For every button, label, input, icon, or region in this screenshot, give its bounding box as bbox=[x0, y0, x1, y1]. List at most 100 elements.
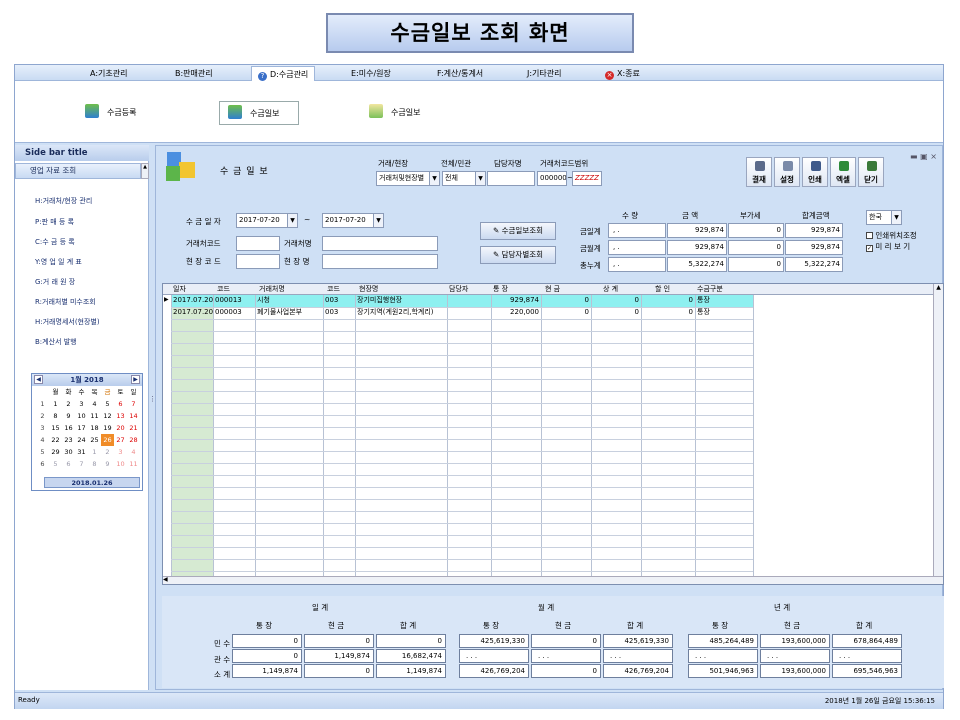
col-manager[interactable]: 담당자 bbox=[449, 284, 468, 295]
close-button[interactable]: 닫기 bbox=[858, 157, 884, 187]
col-discount[interactable]: 할 인 bbox=[655, 284, 670, 295]
menu-sales[interactable]: B:판매관리 bbox=[175, 68, 213, 79]
calendar-day[interactable]: 3 bbox=[75, 398, 88, 410]
calendar-day[interactable]: 1 bbox=[49, 398, 62, 410]
print-position-checkbox[interactable]: 인쇄위치조정 bbox=[866, 230, 917, 241]
calendar-day[interactable]: 5 bbox=[101, 398, 114, 410]
calendar-day[interactable]: 7 bbox=[75, 458, 88, 470]
menu-etc[interactable]: J:기타관리 bbox=[527, 68, 562, 79]
calendar-day[interactable]: 24 bbox=[75, 434, 88, 446]
calendar-day[interactable]: 22 bbox=[49, 434, 62, 446]
calendar-day[interactable]: 10 bbox=[75, 410, 88, 422]
calendar-day[interactable]: 30 bbox=[62, 446, 75, 458]
calendar-day[interactable]: 19 bbox=[101, 422, 114, 434]
calendar-day[interactable]: 16 bbox=[62, 422, 75, 434]
calendar-day[interactable]: 2 bbox=[101, 446, 114, 458]
range-to-input[interactable]: ZZZZZ bbox=[572, 171, 602, 186]
calendar-day[interactable]: 18 bbox=[88, 422, 101, 434]
calendar-day[interactable]: 25 bbox=[88, 434, 101, 446]
calendar-day[interactable]: 6 bbox=[114, 398, 127, 410]
calendar-day[interactable]: 23 bbox=[62, 434, 75, 446]
all-select[interactable]: 전체 ▼ bbox=[442, 171, 486, 186]
calendar-day[interactable]: 9 bbox=[101, 458, 114, 470]
date-from-input[interactable]: 2017-07-20 ▼ bbox=[236, 213, 298, 228]
calendar-day[interactable]: 12 bbox=[101, 410, 114, 422]
calendar-day[interactable]: 8 bbox=[88, 458, 101, 470]
col-code[interactable]: 코드 bbox=[217, 284, 230, 295]
menu-basic[interactable]: A:기초관리 bbox=[90, 68, 127, 79]
sidebar-item-tax-invoice[interactable]: B:계산서 발행 bbox=[35, 337, 77, 347]
scroll-left-icon[interactable]: ◀ bbox=[163, 576, 168, 583]
sidebar-scroll-up[interactable]: ▲ bbox=[141, 163, 149, 179]
calendar-day[interactable]: 27 bbox=[114, 434, 127, 446]
col-site-name[interactable]: 현장명 bbox=[359, 284, 378, 295]
date-to-input[interactable]: 2017-07-20 ▼ bbox=[322, 213, 384, 228]
customer-code-input[interactable] bbox=[236, 236, 280, 251]
scroll-up-icon[interactable]: ▲ bbox=[934, 284, 943, 291]
sidebar-item-customer[interactable]: H:거래처/현장 관리 bbox=[35, 196, 92, 206]
calendar-day[interactable]: 10 bbox=[114, 458, 127, 470]
ribbon-collection-register[interactable]: 수금등록 bbox=[77, 101, 144, 125]
calendar-day[interactable]: 26 bbox=[101, 434, 114, 446]
sidebar-item-daily-table[interactable]: Y:영 업 일 계 표 bbox=[35, 257, 82, 267]
calendar-day[interactable]: 31 bbox=[75, 446, 88, 458]
query-button[interactable]: ✎ 수금일보조회 bbox=[480, 222, 556, 240]
window-controls[interactable]: ▬ ▣ ⨯ bbox=[910, 152, 937, 161]
calendar-day[interactable]: 7 bbox=[127, 398, 140, 410]
calendar-next-icon[interactable]: ▶ bbox=[131, 375, 140, 384]
col-type[interactable]: 수금구분 bbox=[697, 284, 723, 295]
calendar-day[interactable]: 8 bbox=[49, 410, 62, 422]
calendar-day[interactable]: 11 bbox=[127, 458, 140, 470]
sidebar-item-receivable[interactable]: R:거래처별 미수조회 bbox=[35, 297, 96, 307]
preview-checkbox[interactable]: ✓ 미 리 보 기 bbox=[866, 241, 910, 252]
col-bank[interactable]: 통 장 bbox=[493, 284, 508, 295]
grid-vertical-scrollbar[interactable]: ▲ bbox=[933, 284, 943, 584]
sidebar-section[interactable]: 영업 자료 조회 bbox=[15, 163, 141, 179]
col-offset[interactable]: 상 계 bbox=[603, 284, 618, 295]
col-customer[interactable]: 거래처명 bbox=[259, 284, 285, 295]
calendar-day[interactable]: 13 bbox=[114, 410, 127, 422]
calendar-day[interactable]: 29 bbox=[49, 446, 62, 458]
language-select[interactable]: 한국 ▼ bbox=[866, 210, 902, 225]
site-code-input[interactable] bbox=[236, 254, 280, 269]
settings-button[interactable]: 설정 bbox=[774, 157, 800, 187]
col-cash[interactable]: 현 금 bbox=[545, 284, 560, 295]
range-from-input[interactable]: 000000 bbox=[537, 171, 567, 186]
ribbon-collection-daily[interactable]: 수금일보 bbox=[219, 101, 299, 125]
calendar-day[interactable]: 3 bbox=[114, 446, 127, 458]
calendar-day[interactable]: 11 bbox=[88, 410, 101, 422]
menu-exit[interactable]: × X:종료 bbox=[605, 68, 640, 80]
calendar-day[interactable]: 9 bbox=[62, 410, 75, 422]
approve-button[interactable]: 결재 bbox=[746, 157, 772, 187]
customer-name-input[interactable] bbox=[322, 236, 438, 251]
menu-collection[interactable]: ? D:수금관리 bbox=[251, 66, 316, 81]
excel-button[interactable]: 엑셀 bbox=[830, 157, 856, 187]
menu-invoice[interactable]: F:계산/통계서 bbox=[437, 68, 483, 79]
calendar-prev-icon[interactable]: ◀ bbox=[34, 375, 43, 384]
calendar-day[interactable]: 1 bbox=[88, 446, 101, 458]
calendar-day[interactable]: 4 bbox=[88, 398, 101, 410]
sidebar-item-ledger[interactable]: G:거 래 원 장 bbox=[35, 277, 75, 287]
menu-receivable[interactable]: E:미수/원장 bbox=[351, 68, 391, 79]
site-name-input[interactable] bbox=[322, 254, 438, 269]
calendar-day[interactable]: 2 bbox=[62, 398, 75, 410]
sidebar-item-sales[interactable]: P:판 매 등 록 bbox=[35, 217, 74, 227]
calendar-today[interactable]: 2018.01.26 bbox=[44, 477, 140, 488]
sidebar-item-statement[interactable]: H:거래명세서(현장별) bbox=[35, 317, 100, 327]
calendar-day[interactable]: 20 bbox=[114, 422, 127, 434]
grid-horizontal-scrollbar[interactable]: ◀ bbox=[163, 576, 943, 584]
calendar-day[interactable]: 14 bbox=[127, 410, 140, 422]
print-button[interactable]: 인쇄 bbox=[802, 157, 828, 187]
ribbon-collection-daily-2[interactable]: 수금일보 bbox=[361, 101, 428, 125]
calendar-day[interactable]: 17 bbox=[75, 422, 88, 434]
manager-input[interactable] bbox=[487, 171, 535, 186]
calendar-day[interactable]: 5 bbox=[49, 458, 62, 470]
trade-select[interactable]: 거래처및현장별 ▼ bbox=[376, 171, 440, 186]
col-site-code[interactable]: 코드 bbox=[327, 284, 340, 295]
sidebar-item-collection[interactable]: C:수 금 등 록 bbox=[35, 237, 75, 247]
calendar-day[interactable]: 28 bbox=[127, 434, 140, 446]
calendar-day[interactable]: 15 bbox=[49, 422, 62, 434]
calendar-day[interactable]: 21 bbox=[127, 422, 140, 434]
col-date[interactable]: 일자 bbox=[173, 284, 186, 295]
calendar-day[interactable]: 4 bbox=[127, 446, 140, 458]
